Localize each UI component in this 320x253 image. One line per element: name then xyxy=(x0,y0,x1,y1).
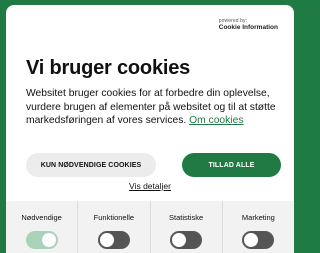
category-label: Statistiske xyxy=(169,213,204,222)
show-details-link[interactable]: Vis detaljer xyxy=(6,181,294,191)
category-marketing: Marketing xyxy=(221,201,294,253)
allow-all-button[interactable]: TILLAD ALLE xyxy=(182,153,281,177)
toggle-knob xyxy=(244,233,259,247)
category-label: Marketing xyxy=(241,213,275,222)
cookie-consent-dialog: powered by: Cookie Information Vi bruger… xyxy=(6,5,294,253)
dialog-description: Websitet bruger cookies for at forbedre … xyxy=(26,87,282,128)
dialog-title: Vi bruger cookies xyxy=(26,57,191,79)
brand-name: Cookie Information xyxy=(218,24,278,31)
category-statistics: Statistiske xyxy=(149,201,222,253)
cookie-information-logo: powered by: Cookie Information xyxy=(219,19,278,32)
toggle-knob xyxy=(172,233,187,247)
statistics-toggle[interactable] xyxy=(170,231,203,249)
about-cookies-link[interactable]: Om cookies xyxy=(189,115,243,126)
cookie-categories: Nødvendige Funktionelle Statistiske Mark… xyxy=(6,201,294,253)
functional-toggle[interactable] xyxy=(97,231,130,249)
necessary-toggle xyxy=(25,231,58,249)
necessary-cookies-button[interactable]: KUN NØDVENDIGE COOKIES xyxy=(26,153,156,177)
category-necessary: Nødvendige xyxy=(6,201,77,253)
toggle-knob xyxy=(99,233,114,247)
category-label: Funktionelle xyxy=(93,213,135,222)
category-label: Nødvendige xyxy=(21,213,62,222)
category-functional: Funktionelle xyxy=(77,201,149,253)
toggle-knob xyxy=(41,233,56,247)
marketing-toggle[interactable] xyxy=(242,231,275,249)
